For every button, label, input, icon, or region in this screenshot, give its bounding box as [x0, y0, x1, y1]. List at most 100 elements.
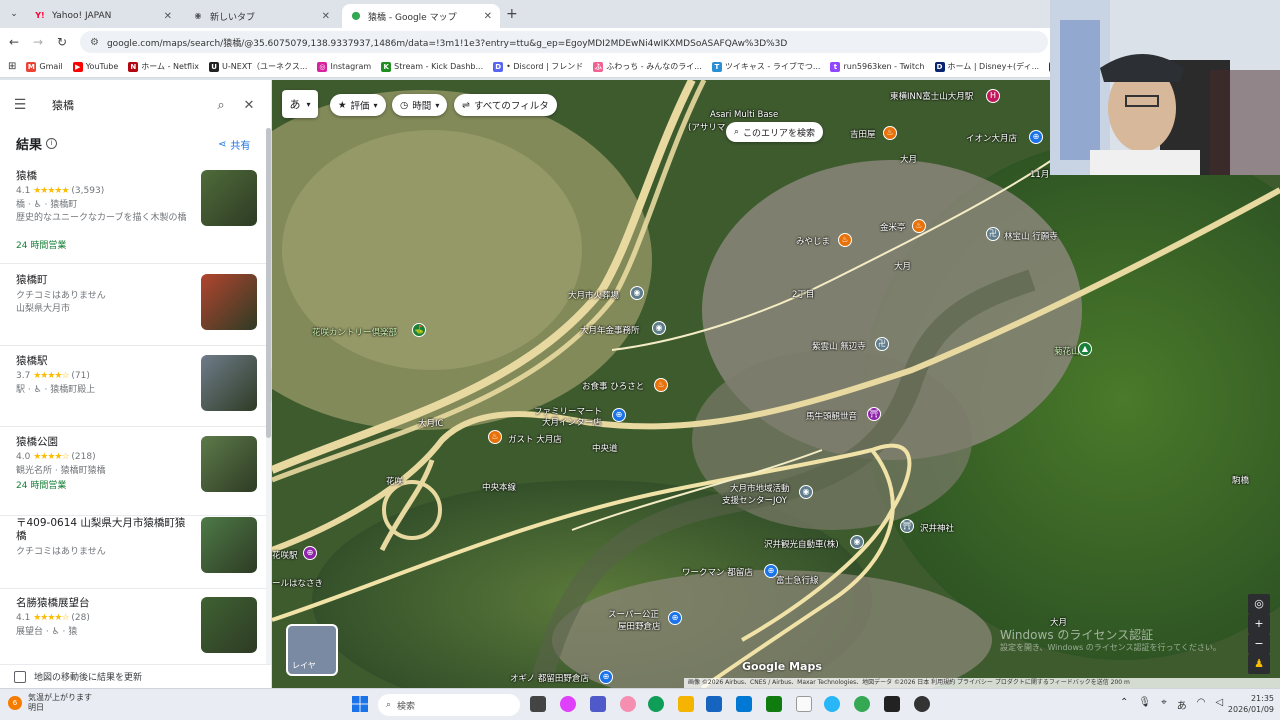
store-icon[interactable]	[706, 696, 722, 712]
reload-icon[interactable]: ↻	[54, 34, 70, 50]
bookmark-item[interactable]: ▶ YouTube	[72, 61, 118, 72]
terminal-icon[interactable]	[884, 696, 900, 712]
rating-filter-chip[interactable]: ★ 評価 ▾	[330, 94, 386, 116]
station-pin-icon[interactable]: ⊕	[303, 546, 317, 560]
language-toggle[interactable]: あ ▾	[282, 90, 318, 118]
office-pin-icon[interactable]: ◉	[652, 321, 666, 335]
list-item[interactable]: 猿橋町 クチコミはありません 山梨県大月市	[0, 274, 266, 346]
result-thumbnail[interactable]	[201, 597, 257, 653]
search-box[interactable]: ☰ 猿橋 ⌕ ✕	[10, 92, 260, 118]
teams-icon[interactable]	[590, 696, 606, 712]
map-label[interactable]: 大月	[900, 153, 917, 165]
map-label[interactable]: 大月市地域活動	[730, 482, 790, 494]
search-input[interactable]: 猿橋	[52, 97, 204, 113]
map-label[interactable]: お食事 ひろさと	[582, 380, 644, 392]
map-label[interactable]: Asari Multi Base	[710, 110, 778, 120]
map-label[interactable]: 2丁目	[792, 288, 814, 300]
site-info-icon[interactable]: ⚙	[90, 37, 99, 48]
business-pin-icon[interactable]: ◉	[850, 535, 864, 549]
apps-grid-icon[interactable]: ⊞	[8, 61, 16, 72]
restaurant-pin-icon[interactable]: ♨	[883, 126, 897, 140]
facility-pin-icon[interactable]: ◉	[799, 485, 813, 499]
edge-icon[interactable]	[648, 696, 664, 712]
all-filters-chip[interactable]: ⇌ すべてのフィルタ	[454, 94, 557, 116]
convenience-store-pin-icon[interactable]: ⊕	[612, 408, 626, 422]
new-tab-button[interactable]: +	[506, 6, 518, 22]
hotel-pin-icon[interactable]: H	[986, 89, 1000, 103]
checkbox[interactable]	[14, 670, 26, 683]
restaurant-pin-icon[interactable]: ♨	[838, 233, 852, 247]
map-label[interactable]: 東横INN富士山大月駅	[890, 90, 973, 102]
restaurant-pin-icon[interactable]: ♨	[912, 219, 926, 233]
xbox-icon[interactable]	[766, 696, 782, 712]
close-icon[interactable]: ✕	[238, 98, 260, 113]
map-label[interactable]: (アサリマ	[688, 121, 725, 133]
bookmark-item[interactable]: N ホーム - Netflix	[128, 61, 199, 72]
result-thumbnail[interactable]	[201, 274, 257, 330]
list-item[interactable]: 猿橋駅 3.7 ★★★★☆ (71) 駅 · ♿ · 猿橋町殿上	[0, 355, 266, 427]
back-icon[interactable]: ←	[6, 34, 22, 50]
map-label[interactable]: 花咲	[386, 475, 403, 487]
chevron-up-icon[interactable]: ⌃	[1120, 697, 1128, 712]
volume-icon[interactable]: ◁	[1215, 697, 1223, 712]
map-label[interactable]: オギノ 都留田野倉店	[510, 672, 589, 684]
shrine-pin-icon[interactable]: ⛩	[900, 519, 914, 533]
zoom-in-button[interactable]: +	[1248, 614, 1270, 634]
scrollbar-thumb[interactable]	[266, 128, 271, 438]
bookmark-item[interactable]: D • Discord | フレンド	[493, 61, 583, 72]
bookmark-item[interactable]: T ツイキャス - ライブでつ...	[711, 61, 820, 72]
bookmark-item[interactable]: M Gmail	[26, 61, 63, 72]
map-label[interactable]: ールはなさき	[272, 577, 323, 589]
shopping-pin-icon[interactable]: ⊕	[1029, 130, 1043, 144]
bookmark-item[interactable]: ◎ Instagram	[317, 61, 371, 72]
map-label[interactable]: 支援センターJOY	[722, 494, 787, 506]
result-thumbnail[interactable]	[201, 517, 257, 573]
map-label[interactable]: 紫雲山 無辺寺	[812, 340, 866, 352]
map-label[interactable]: 大月	[894, 260, 911, 272]
shopping-pin-icon[interactable]: ⊕	[668, 611, 682, 625]
tab-yahoo[interactable]: Y! Yahoo! JAPAN ✕	[26, 4, 180, 28]
layers-button[interactable]: レイヤ	[286, 624, 338, 676]
close-tab-icon[interactable]: ✕	[322, 11, 330, 22]
temple-pin-icon[interactable]: 卍	[875, 337, 889, 351]
bookmark-item[interactable]: t run5963ken - Twitch	[830, 61, 925, 72]
restaurant-pin-icon[interactable]: ♨	[654, 378, 668, 392]
tab-new-tab[interactable]: ◉ 新しいタブ ✕	[184, 4, 338, 28]
temple-pin-icon[interactable]: 卍	[986, 227, 1000, 241]
restaurant-pin-icon[interactable]: ♨	[488, 430, 502, 444]
notepad-icon[interactable]	[796, 696, 812, 712]
bookmark-item[interactable]: U U-NEXT（ユーネクス...	[209, 61, 307, 72]
map-label[interactable]: 駒橋	[1232, 474, 1249, 486]
app-icon[interactable]	[824, 696, 840, 712]
hours-filter-chip[interactable]: ◷ 時間 ▾	[392, 94, 448, 116]
facility-pin-icon[interactable]: ◉	[630, 286, 644, 300]
result-thumbnail[interactable]	[201, 436, 257, 492]
shrine-pin-icon[interactable]: ⛩	[867, 407, 881, 421]
shopping-pin-icon[interactable]: ⊕	[599, 670, 613, 684]
map-label[interactable]: イオン大月店	[966, 132, 1017, 144]
bookmark-item[interactable]: D ホーム | Disney+(ディ...	[934, 61, 1039, 72]
mountain-pin-icon[interactable]: ▲	[1078, 342, 1092, 356]
map-label[interactable]: 大月インター店	[542, 416, 602, 428]
outlook-icon[interactable]	[736, 696, 752, 712]
map-label[interactable]: スーパー公正	[608, 608, 659, 620]
address-bar[interactable]: ⚙ google.com/maps/search/猿橋/@35.6075079,…	[80, 31, 1048, 53]
microphone-icon[interactable]: 🎙	[1138, 697, 1151, 712]
map-label[interactable]: 大月年金事務所	[580, 324, 640, 336]
list-item[interactable]: 名勝猿橋展望台 4.1 ★★★★☆ (28) 展望台 · ♿ · 猿	[0, 597, 266, 665]
windows-start-icon[interactable]	[352, 696, 368, 712]
share-button[interactable]: ⋖ 共有	[218, 137, 250, 152]
tab-google-maps[interactable]: ⬤ 猿橋 - Google マップ ✕	[342, 4, 500, 28]
map-label[interactable]: 吉田屋	[850, 128, 876, 140]
map-label[interactable]: 林宝山 行願寺	[1004, 230, 1058, 242]
bookmark-item[interactable]: K Stream - Kick Dashb...	[381, 61, 483, 72]
app-icon[interactable]	[620, 696, 636, 712]
golf-pin-icon[interactable]: ⛳	[412, 323, 426, 337]
list-item[interactable]: 猿橋 4.1 ★★★★★ (3,593) 橋 · ♿ · 猿橋町 歴史的なユニー…	[0, 170, 266, 264]
search-icon[interactable]: ⌕	[210, 98, 232, 113]
ime-indicator[interactable]: あ	[1177, 697, 1187, 712]
map-label[interactable]: 馬牛頭観世音	[806, 410, 857, 422]
task-view-icon[interactable]	[530, 696, 546, 712]
list-item[interactable]: 〒409-0614 山梨県大月市猿橋町猿橋 クチコミはありません	[0, 517, 266, 589]
copilot-icon[interactable]	[560, 696, 576, 712]
